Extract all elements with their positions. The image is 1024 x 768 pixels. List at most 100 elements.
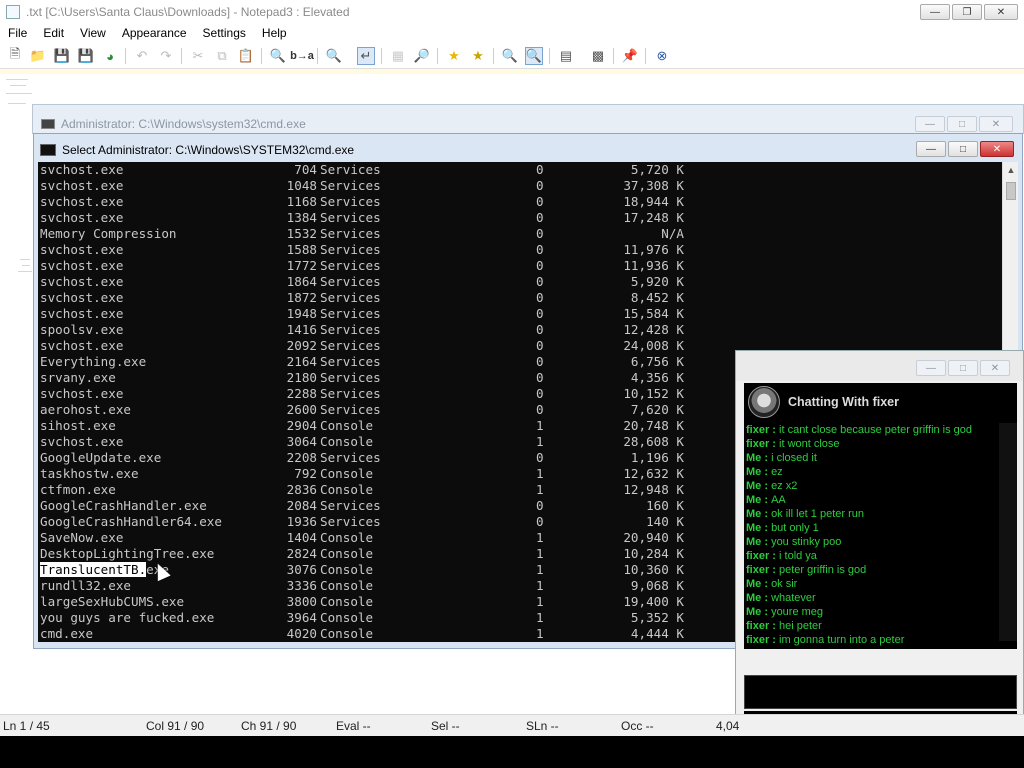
process-session-number: 0 bbox=[536, 402, 544, 417]
paste-icon[interactable]: 📋 bbox=[237, 47, 255, 65]
process-memory: 1,196 K bbox=[630, 450, 684, 465]
hidden-icon[interactable]: ▦ bbox=[389, 47, 407, 65]
process-session-number: 1 bbox=[536, 482, 544, 497]
chat-titlebar[interactable]: — □ ✕ bbox=[736, 351, 1023, 381]
menu-edit[interactable]: Edit bbox=[35, 24, 72, 43]
process-pid: 1948 bbox=[286, 306, 317, 321]
chat-text: it wont close bbox=[779, 438, 840, 450]
process-name: cmd.exe bbox=[40, 626, 94, 641]
minimize-button[interactable]: — bbox=[920, 4, 950, 20]
open-icon[interactable]: 📁 bbox=[29, 47, 47, 65]
notepad-titlebar[interactable]: .txt [C:\Users\Santa Claus\Downloads] - … bbox=[0, 0, 1024, 24]
menu-settings[interactable]: Settings bbox=[195, 24, 254, 43]
process-memory: 9,068 K bbox=[630, 578, 684, 593]
close-button[interactable]: ✕ bbox=[979, 116, 1013, 132]
process-row: svchost.exe 1588 Services 0 11,976 K bbox=[38, 242, 1002, 258]
process-memory: 17,248 K bbox=[623, 210, 684, 225]
process-pid: 704 bbox=[294, 162, 317, 177]
redo-icon[interactable]: ↷ bbox=[157, 47, 175, 65]
process-session-number: 1 bbox=[536, 546, 544, 561]
zoom-search-icon[interactable]: 🔎 bbox=[413, 47, 431, 65]
process-pid: 1872 bbox=[286, 290, 317, 305]
menu-view[interactable]: View bbox=[72, 24, 114, 43]
process-name: svchost.exe bbox=[40, 274, 124, 289]
chat-text: ez x2 bbox=[771, 480, 798, 492]
toolbar-separator bbox=[437, 48, 438, 64]
zoom-out-icon[interactable]: 🔍 bbox=[525, 47, 543, 65]
chat-window[interactable]: — □ ✕ Chatting With fixer fixer : it can… bbox=[735, 350, 1024, 736]
menu-appearance[interactable]: Appearance bbox=[114, 24, 195, 43]
process-session: Console bbox=[320, 466, 374, 481]
chat-message-input[interactable] bbox=[744, 675, 1017, 709]
menu-help[interactable]: Help bbox=[254, 24, 295, 43]
process-session: Services bbox=[320, 178, 381, 193]
restore-button[interactable]: ❐ bbox=[952, 4, 982, 20]
process-session: Services bbox=[320, 274, 381, 289]
wordwrap-icon[interactable]: ↵ bbox=[357, 47, 375, 65]
pin-icon[interactable]: 📌 bbox=[621, 47, 639, 65]
process-row: spoolsv.exe 1416 Services 0 12,428 K bbox=[38, 322, 1002, 338]
add-favorite-icon[interactable]: ★ bbox=[469, 47, 487, 65]
maximize-button[interactable]: □ bbox=[948, 141, 978, 157]
menu-file[interactable]: File bbox=[0, 24, 35, 43]
close-button[interactable]: ✕ bbox=[980, 360, 1010, 376]
chat-text: i closed it bbox=[771, 452, 817, 464]
new-icon[interactable]: 🗎 bbox=[6, 46, 24, 65]
process-session-number: 1 bbox=[536, 562, 544, 577]
notepad-caption-buttons: — ❐ ✕ bbox=[920, 4, 1018, 20]
close-button[interactable]: ✕ bbox=[984, 4, 1018, 20]
status-selected-lines: SLn -- bbox=[526, 719, 559, 733]
undo-icon[interactable]: ↶ bbox=[133, 47, 151, 65]
save-icon[interactable]: 💾 bbox=[53, 47, 71, 65]
process-session: Console bbox=[320, 482, 374, 497]
copy-icon[interactable]: ⧉ bbox=[213, 47, 231, 65]
maximize-button[interactable]: □ bbox=[948, 360, 978, 376]
zoom-in-icon[interactable]: 🔍 bbox=[501, 47, 519, 65]
save-as-icon[interactable]: 💾 bbox=[77, 47, 95, 65]
favorite-icon[interactable]: ★ bbox=[445, 47, 463, 65]
status-occurrences: Occ -- bbox=[621, 719, 654, 733]
minimize-icon: — bbox=[925, 118, 935, 130]
process-memory: 160 K bbox=[646, 498, 684, 513]
minimize-button[interactable]: — bbox=[915, 116, 945, 132]
replace-icon[interactable]: b→a bbox=[290, 47, 314, 65]
process-name: svchost.exe bbox=[40, 338, 124, 353]
close-button[interactable]: ✕ bbox=[980, 141, 1014, 157]
process-session-number: 0 bbox=[536, 178, 544, 193]
status-size: 4,04 bbox=[716, 719, 740, 733]
minimize-button[interactable]: — bbox=[916, 360, 946, 376]
close-icon: ✕ bbox=[991, 118, 1001, 130]
customize-icon[interactable]: ▩ bbox=[589, 47, 607, 65]
maximize-button[interactable]: □ bbox=[947, 116, 977, 132]
process-name: SaveNow.exe bbox=[40, 530, 124, 545]
process-row: svchost.exe 1384 Services 0 17,248 K bbox=[38, 210, 1002, 226]
process-name: spoolsv.exe bbox=[40, 322, 124, 337]
background-cmd-window[interactable]: Administrator: C:\Windows\system32\cmd.e… bbox=[32, 104, 1024, 134]
chat-message-log[interactable]: fixer : it cant close because peter grif… bbox=[744, 423, 1017, 649]
scroll-thumb[interactable] bbox=[1006, 182, 1016, 200]
chat-sender: fixer : bbox=[746, 550, 780, 562]
chat-scrollbar[interactable] bbox=[999, 423, 1017, 641]
process-session: Console bbox=[320, 626, 374, 641]
process-name: svchost.exe bbox=[40, 258, 124, 273]
cut-icon[interactable]: ✂ bbox=[189, 47, 207, 65]
process-row: svchost.exe 1872 Services 0 8,452 K bbox=[38, 290, 1002, 306]
minimize-button[interactable]: — bbox=[916, 141, 946, 157]
exit-icon[interactable]: ⊗ bbox=[653, 47, 671, 65]
process-session-number: 0 bbox=[536, 210, 544, 225]
process-session: Services bbox=[320, 402, 381, 417]
process-memory: 6,756 K bbox=[630, 354, 684, 369]
toolbar-separator bbox=[125, 48, 126, 64]
find-in-files-icon[interactable]: 🔍 bbox=[325, 47, 343, 65]
browse-icon[interactable]: ◕ bbox=[101, 47, 119, 65]
cmd-titlebar[interactable]: Select Administrator: C:\Windows\SYSTEM3… bbox=[34, 134, 1022, 162]
process-name: svchost.exe bbox=[40, 386, 124, 401]
process-session: Console bbox=[320, 418, 374, 433]
find-icon[interactable]: 🔍 bbox=[269, 47, 287, 65]
process-pid: 4020 bbox=[286, 626, 317, 641]
chat-caption-buttons: — □ ✕ bbox=[916, 360, 1010, 376]
process-name: GoogleCrashHandler64.exe bbox=[40, 514, 222, 529]
scroll-up-icon[interactable]: ▲ bbox=[1005, 164, 1017, 176]
scheme-icon[interactable]: ▤ bbox=[557, 47, 575, 65]
process-session: Services bbox=[320, 226, 381, 241]
